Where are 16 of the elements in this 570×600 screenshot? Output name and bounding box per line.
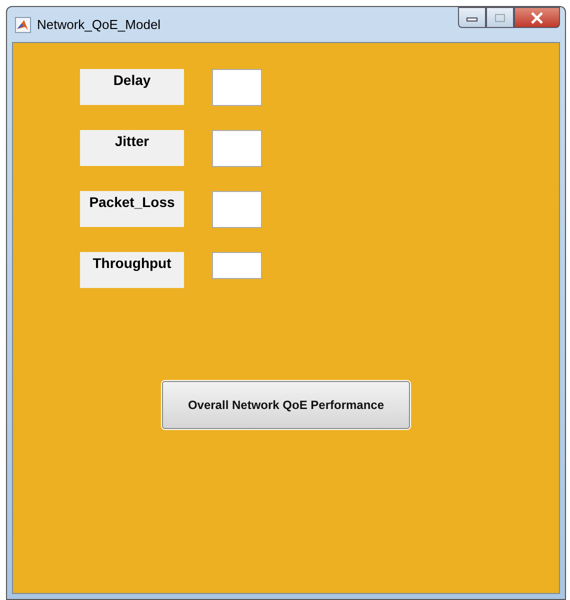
input-field[interactable] xyxy=(212,191,262,228)
field-label: Throughput xyxy=(80,252,184,288)
field-label: Delay xyxy=(80,69,184,105)
field-label: Packet_Loss xyxy=(80,191,184,227)
window-title: Network_QoE_Model xyxy=(37,17,161,32)
field-label: Jitter xyxy=(80,130,184,166)
input-field[interactable] xyxy=(212,130,262,167)
close-button[interactable] xyxy=(514,7,560,28)
app-icon xyxy=(15,16,31,32)
maximize-button[interactable] xyxy=(486,7,514,28)
minimize-button[interactable] xyxy=(458,7,486,28)
close-icon xyxy=(530,12,544,24)
input-field[interactable] xyxy=(212,252,262,279)
maximize-icon xyxy=(494,12,506,22)
input-field[interactable] xyxy=(212,69,262,106)
performance-button[interactable]: Overall Network QoE Performance xyxy=(162,381,410,429)
